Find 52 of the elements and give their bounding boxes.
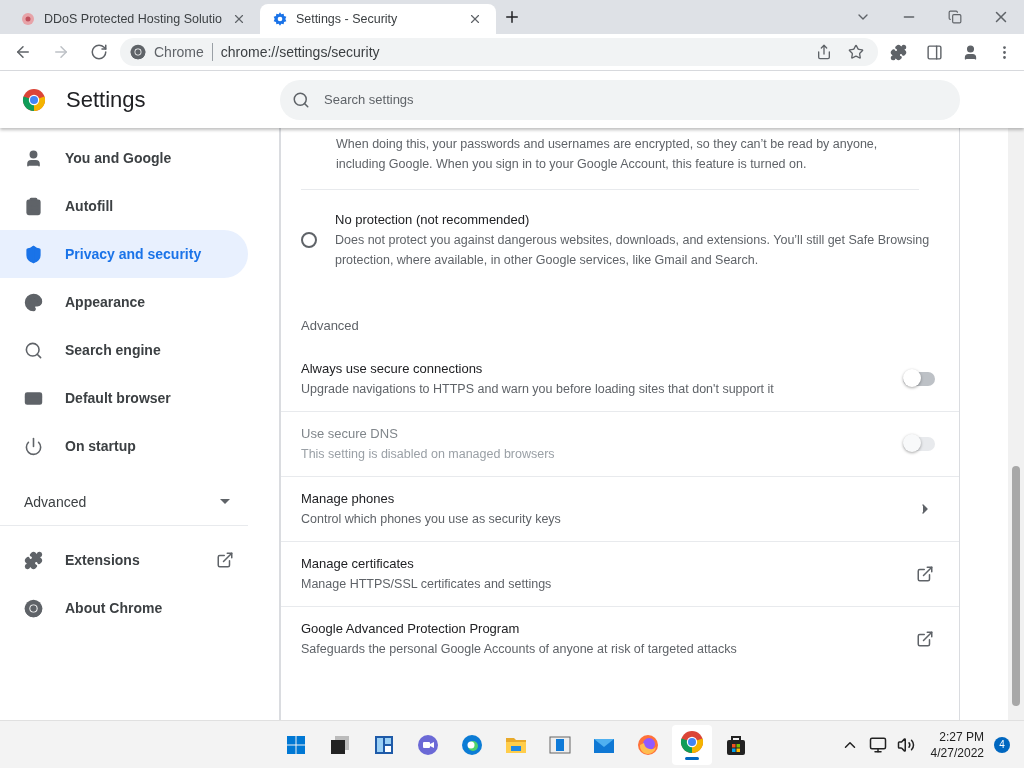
toggle-switch[interactable] xyxy=(903,372,935,386)
browser-tab[interactable]: Settings - Security xyxy=(259,4,496,34)
setting-description: Manage HTTPS/SSL certificates and settings xyxy=(301,576,553,593)
section-heading: Advanced xyxy=(301,318,360,333)
page-title: Settings xyxy=(66,86,146,113)
puzzle-icon xyxy=(24,550,43,570)
sidebar-item[interactable]: Appearance xyxy=(0,278,248,326)
sidebar-item[interactable]: About Chrome xyxy=(0,584,248,632)
setting-title: Use secure DNS xyxy=(301,425,399,443)
sidebar-item[interactable]: Privacy and security xyxy=(0,230,248,278)
external-link-icon xyxy=(216,551,234,569)
radio-label: No protection (not recommended) xyxy=(335,211,531,229)
setting-description: Upgrade navigations to HTTPS and warn you before loading sites that don't support it xyxy=(301,381,775,398)
sidebar-item[interactable]: Autofill xyxy=(0,182,248,230)
search-icon xyxy=(292,90,310,109)
setting-title: Manage certificates xyxy=(301,555,415,573)
advanced-toggle[interactable]: Advanced xyxy=(0,478,248,526)
setting-description: Control which phones you use as security keys xyxy=(301,511,562,528)
sidebar-item[interactable]: Default browser xyxy=(0,374,248,422)
address-bar[interactable]: Chrome chrome://settings/security xyxy=(120,38,878,66)
clock-time: 2:27 PM xyxy=(939,728,984,745)
clock-date: 4/27/2022 xyxy=(930,744,984,761)
setting-title: Always use secure connections xyxy=(301,360,484,378)
network-icon[interactable] xyxy=(868,735,887,754)
tab-title: DDoS Protected Hosting Solutio xyxy=(44,12,222,26)
url-text: chrome://settings/security xyxy=(220,44,380,60)
sidebar-item[interactable]: On startup xyxy=(0,422,248,470)
search-icon xyxy=(24,340,43,360)
chrome-logo-icon xyxy=(22,87,46,112)
setting-title: Manage phones xyxy=(301,490,396,508)
setting-description: When doing this, your passwords and usernames are encrypted, so they can’t be read by anyone, including Google. When you sign in to your Google Account, this feature is turned on. xyxy=(336,136,879,173)
sidebar-item[interactable]: Search engine xyxy=(0,326,248,374)
search-field[interactable]: Search settings xyxy=(280,79,960,120)
radio-button[interactable] xyxy=(301,232,317,248)
setting-description: Does not protect you against dangerous websites, downloads, and extensions. You’ll still get Safe Browsing protection, where available, in other Google services, like Gmail and Search. xyxy=(335,232,931,269)
sidebar-item[interactable]: You and Google xyxy=(0,134,248,182)
shield-icon xyxy=(24,244,43,264)
setting-description: Safeguards the personal Google Accounts of anyone at risk of targeted attacks xyxy=(301,641,738,658)
setting-description: This setting is disabled on managed browsers xyxy=(301,446,556,463)
speaker-icon[interactable] xyxy=(896,735,915,754)
sidebar-item[interactable]: Extensions xyxy=(0,536,248,584)
scrollbar[interactable] xyxy=(1008,128,1024,720)
browser-tab[interactable]: DDoS Protected Hosting Solutio xyxy=(8,4,260,34)
tab-title: Settings - Security xyxy=(295,12,399,26)
caret-icon xyxy=(220,498,230,505)
chat-icon xyxy=(416,732,440,757)
settings-icon xyxy=(271,11,288,27)
power-icon xyxy=(24,436,43,456)
site-label: Chrome xyxy=(154,44,204,60)
person-icon xyxy=(24,148,43,168)
notification-badge[interactable]: 4 xyxy=(994,736,1010,753)
setting-title: Google Advanced Protection Program xyxy=(301,620,521,638)
